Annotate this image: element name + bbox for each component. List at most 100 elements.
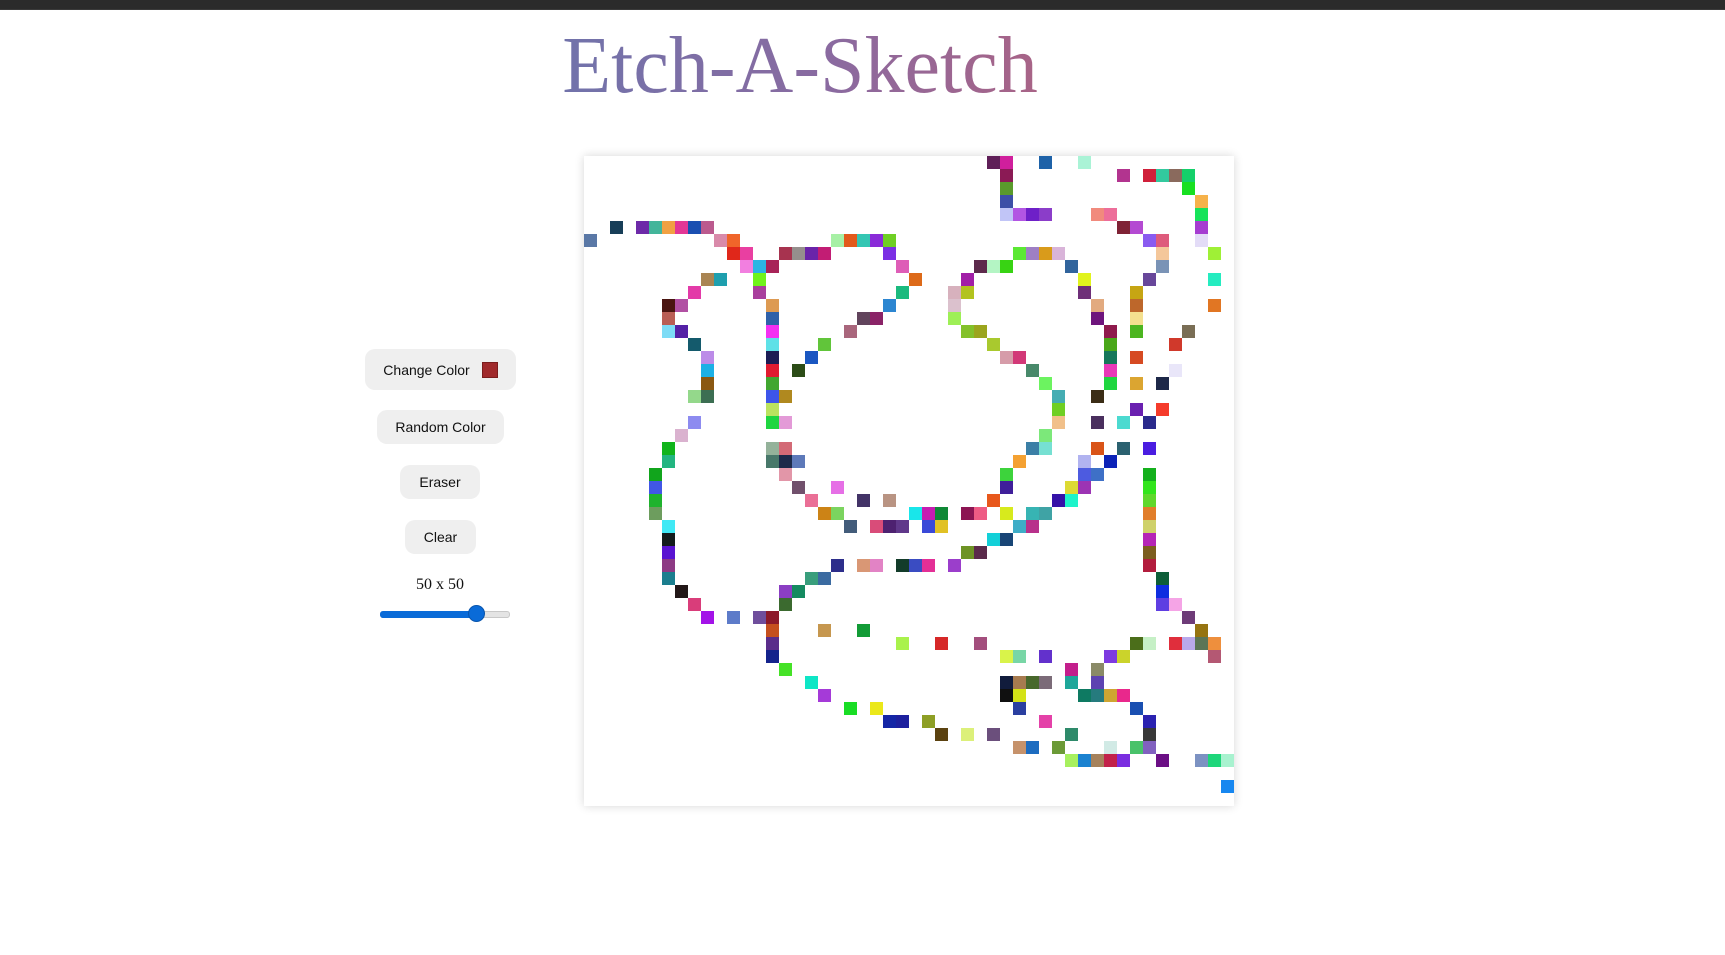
grid-cell[interactable] [1143,559,1156,572]
grid-cell[interactable] [1182,325,1195,338]
grid-cell[interactable] [1130,741,1143,754]
grid-cell[interactable] [662,455,675,468]
grid-cell[interactable] [1039,156,1052,169]
grid-cell[interactable] [948,286,961,299]
grid-cell[interactable] [1000,208,1013,221]
grid-cell[interactable] [701,611,714,624]
grid-cell[interactable] [1013,689,1026,702]
grid-cell[interactable] [818,689,831,702]
grid-cell[interactable] [1195,208,1208,221]
grid-cell[interactable] [688,390,701,403]
grid-cell[interactable] [779,663,792,676]
grid-cell[interactable] [1195,221,1208,234]
grid-cell[interactable] [1000,351,1013,364]
grid-cell[interactable] [1143,520,1156,533]
grid-cell[interactable] [1091,442,1104,455]
grid-cell[interactable] [1156,572,1169,585]
grid-cell[interactable] [1104,377,1117,390]
grid-cell[interactable] [1117,169,1130,182]
random-color-button[interactable]: Random Color [377,410,504,444]
grid-cell[interactable] [636,221,649,234]
grid-cell[interactable] [1130,286,1143,299]
grid-cell[interactable] [1000,676,1013,689]
grid-cell[interactable] [1104,338,1117,351]
grid-cell[interactable] [1182,169,1195,182]
grid-cell[interactable] [1013,702,1026,715]
grid-cell[interactable] [1039,377,1052,390]
grid-cell[interactable] [1208,247,1221,260]
grid-cell[interactable] [857,312,870,325]
grid-cell[interactable] [896,715,909,728]
grid-cell[interactable] [896,520,909,533]
grid-cell[interactable] [1143,416,1156,429]
grid-cell[interactable] [766,351,779,364]
grid-cell[interactable] [1208,754,1221,767]
grid-cell[interactable] [1039,247,1052,260]
clear-button[interactable]: Clear [405,520,476,554]
grid-cell[interactable] [1117,650,1130,663]
grid-cell[interactable] [974,260,987,273]
grid-cell[interactable] [1221,754,1234,767]
grid-cell[interactable] [766,364,779,377]
grid-cell[interactable] [1026,507,1039,520]
grid-cell[interactable] [1169,169,1182,182]
grid-cell[interactable] [1078,468,1091,481]
grid-cell[interactable] [740,247,753,260]
grid-cell[interactable] [961,273,974,286]
grid-cell[interactable] [662,442,675,455]
grid-cell[interactable] [1130,702,1143,715]
sketch-grid[interactable] [584,156,1234,806]
grid-cell[interactable] [883,247,896,260]
grid-cell[interactable] [766,338,779,351]
grid-cell[interactable] [1078,481,1091,494]
grid-cell[interactable] [1156,234,1169,247]
grid-cell[interactable] [805,494,818,507]
grid-cell[interactable] [662,533,675,546]
grid-cell[interactable] [1156,598,1169,611]
grid-cell[interactable] [1156,403,1169,416]
grid-cell[interactable] [1000,468,1013,481]
grid-cell[interactable] [1143,273,1156,286]
change-color-button[interactable]: Change Color [365,349,516,390]
grid-cell[interactable] [766,442,779,455]
grid-cell[interactable] [1143,442,1156,455]
grid-cell[interactable] [948,312,961,325]
grid-cell[interactable] [766,637,779,650]
grid-cell[interactable] [1039,676,1052,689]
grid-cell[interactable] [1065,260,1078,273]
color-swatch[interactable] [481,361,498,378]
grid-cell[interactable] [1130,221,1143,234]
grid-cell[interactable] [1078,455,1091,468]
grid-cell[interactable] [1143,728,1156,741]
grid-cell[interactable] [1130,299,1143,312]
grid-cell[interactable] [1000,650,1013,663]
grid-cell[interactable] [1130,377,1143,390]
grid-cell[interactable] [779,455,792,468]
grid-cell[interactable] [987,260,1000,273]
grid-cell[interactable] [961,546,974,559]
grid-cell[interactable] [1195,234,1208,247]
grid-cell[interactable] [818,624,831,637]
grid-cell[interactable] [675,299,688,312]
sketch-board[interactable] [584,156,1234,806]
grid-cell[interactable] [805,247,818,260]
grid-cell[interactable] [766,455,779,468]
grid-cell[interactable] [961,286,974,299]
grid-cell[interactable] [701,273,714,286]
eraser-button[interactable]: Eraser [400,465,480,499]
grid-cell[interactable] [1104,325,1117,338]
grid-cell[interactable] [1052,403,1065,416]
grid-cell[interactable] [688,286,701,299]
grid-cell[interactable] [1195,637,1208,650]
grid-cell[interactable] [1039,429,1052,442]
grid-cell[interactable] [779,598,792,611]
grid-cell[interactable] [1143,234,1156,247]
grid-cell[interactable] [779,390,792,403]
grid-cell[interactable] [974,325,987,338]
grid-cell[interactable] [922,507,935,520]
grid-cell[interactable] [883,299,896,312]
grid-cell[interactable] [701,351,714,364]
grid-cell[interactable] [974,507,987,520]
grid-cell[interactable] [1065,754,1078,767]
grid-cell[interactable] [831,481,844,494]
